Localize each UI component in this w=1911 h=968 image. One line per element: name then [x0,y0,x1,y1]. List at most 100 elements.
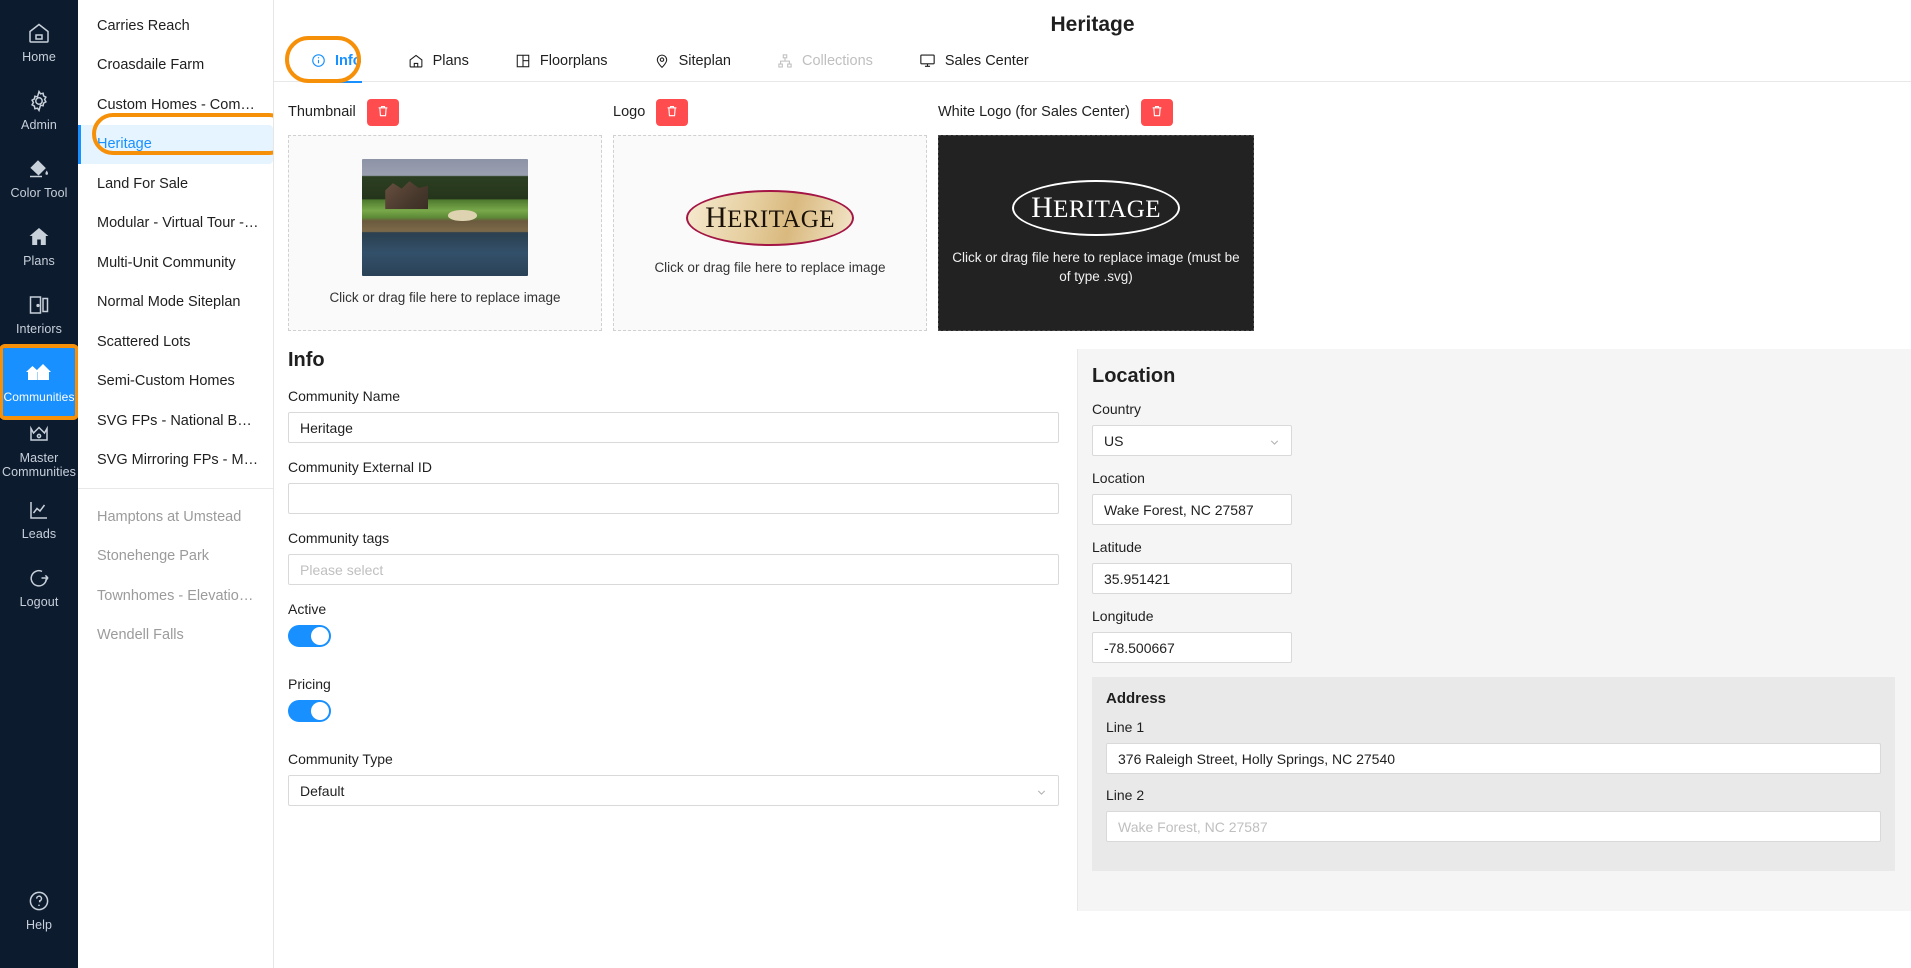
main-area: Heritage Info Plans [274,0,1911,968]
delete-logo-button[interactable] [656,99,688,126]
list-item[interactable]: SVG FPs - National Builder [78,401,273,441]
delete-white-logo-button[interactable] [1141,99,1173,126]
community-external-id-label: Community External ID [288,459,1059,475]
list-item[interactable]: Scattered Lots [78,322,273,362]
question-circle-icon [27,889,51,913]
tab-label: Siteplan [679,53,731,69]
community-name: SVG Mirroring FPs - Master ... [97,452,259,468]
toggle-knob [311,702,329,720]
nav-item-label: Leads [22,527,57,541]
nav-item-plans[interactable]: Plans [0,212,78,280]
community-name: Custom Homes - Community... [97,97,259,113]
community-name: Heritage [97,136,259,152]
list-item[interactable]: Semi-Custom Homes [78,362,273,402]
nav-item-home[interactable]: Home [0,8,78,76]
list-item[interactable]: Land For Sale [78,164,273,204]
home-icon [27,21,51,45]
latitude-field: Latitude [1092,539,1292,594]
nav-item-color-tool[interactable]: Color Tool [0,144,78,212]
address-line1-input[interactable] [1106,743,1881,774]
list-item[interactable]: Croasdaile Farm [78,46,273,86]
thumbnail-dropzone[interactable]: Click or drag file here to replace image [288,135,602,331]
location-section-title: Location [1092,365,1895,388]
tab-label: Sales Center [945,53,1029,69]
thumbnail-preview-image [362,159,528,276]
nav-item-admin[interactable]: Admin [0,76,78,144]
logo-header: Logo [613,95,927,129]
address-line2-input[interactable] [1106,811,1881,842]
nav-item-label: Color Tool [10,186,67,200]
location-input[interactable] [1092,494,1292,525]
list-item[interactable]: Normal Mode Siteplan [78,283,273,323]
chevron-down-icon [1269,435,1280,446]
address-line1-label: Line 1 [1106,719,1881,735]
list-item[interactable]: SVG Mirroring FPs - Master ... [78,441,273,481]
info-circle-icon [311,53,326,68]
tab-label: Info [335,53,362,69]
list-item[interactable]: Multi-Unit Community [78,243,273,283]
country-select[interactable]: US [1092,425,1292,456]
community-name-input[interactable] [288,412,1059,443]
community-name: Modular - Virtual Tour - BOYL [97,215,259,231]
delete-thumbnail-button[interactable] [367,99,399,126]
address-section-title: Address [1106,690,1881,707]
nav-item-label: Home [22,50,56,64]
tab-info[interactable]: Info [288,40,385,82]
nav-item-leads[interactable]: Leads [0,485,78,553]
community-name: Carries Reach [97,18,259,34]
latitude-input[interactable] [1092,563,1292,594]
info-section-title: Info [288,349,1059,372]
list-item[interactable]: Custom Homes - Community... [78,85,273,125]
logo-dropzone[interactable]: HERITAGE Click or drag file here to repl… [613,135,927,331]
community-name: Scattered Lots [97,334,259,350]
nav-item-help[interactable]: Help [0,876,78,944]
nav-item-logout[interactable]: Logout [0,553,78,621]
address-line2-label: Line 2 [1106,787,1881,803]
tab-sales-center[interactable]: Sales Center [896,40,1052,82]
chevron-down-icon [1036,785,1047,796]
community-name: SVG FPs - National Builder [97,413,259,429]
latitude-label: Latitude [1092,539,1292,555]
list-item[interactable]: Carries Reach [78,6,273,46]
active-toggle[interactable] [288,625,331,647]
list-item-disabled[interactable]: Townhomes - Elevation Virtu... [78,576,273,616]
community-external-id-input[interactable] [288,483,1059,514]
community-tags-input[interactable] [288,554,1059,585]
community-name-field: Community Name [288,388,1059,443]
list-item-disabled[interactable]: Stonehenge Park [78,537,273,577]
communities-icon [25,361,53,385]
community-name-label: Community Name [288,388,1059,404]
logout-icon [27,566,51,590]
logo-wordmark: HERITAGE [705,201,835,235]
longitude-input[interactable] [1092,632,1292,663]
longitude-label: Longitude [1092,608,1292,624]
monitor-icon [919,52,936,69]
nav-item-interiors[interactable]: Interiors [0,280,78,348]
list-item-disabled[interactable]: Hamptons at Umstead [78,497,273,537]
pricing-toggle[interactable] [288,700,331,722]
white-logo-dropzone[interactable]: HERITAGE Click or drag file here to repl… [938,135,1254,331]
tab-content-info: Thumbnail Click or drag f [274,82,1911,968]
white-logo-label: White Logo (for Sales Center) [938,104,1130,120]
community-name: Hamptons at Umstead [97,509,259,525]
tab-collections[interactable]: Collections [754,40,896,82]
nav-item-label: Logout [20,595,59,609]
community-list[interactable]: Carries Reach Croasdaile Farm Custom Hom… [78,0,274,968]
list-divider [78,488,273,489]
thumbnail-header: Thumbnail [288,95,602,129]
white-logo-wordmark: HERITAGE [1031,191,1161,225]
community-external-id-field: Community External ID [288,459,1059,514]
toggle-knob [311,627,329,645]
list-item-selected-heritage[interactable]: Heritage [78,125,273,165]
thumbnail-upload-card: Thumbnail Click or drag f [288,95,602,331]
tab-siteplan[interactable]: Siteplan [631,40,754,82]
logo-label: Logo [613,104,645,120]
nav-item-communities[interactable]: Communities [3,348,75,416]
list-item-disabled[interactable]: Wendell Falls [78,616,273,656]
community-type-select[interactable]: Default [288,775,1059,806]
list-item[interactable]: Modular - Virtual Tour - BOYL [78,204,273,244]
tab-floorplans[interactable]: Floorplans [492,40,631,82]
thumbnail-label: Thumbnail [288,104,356,120]
tab-plans[interactable]: Plans [385,40,492,82]
nav-item-master-communities[interactable]: Master Communities [0,416,78,485]
